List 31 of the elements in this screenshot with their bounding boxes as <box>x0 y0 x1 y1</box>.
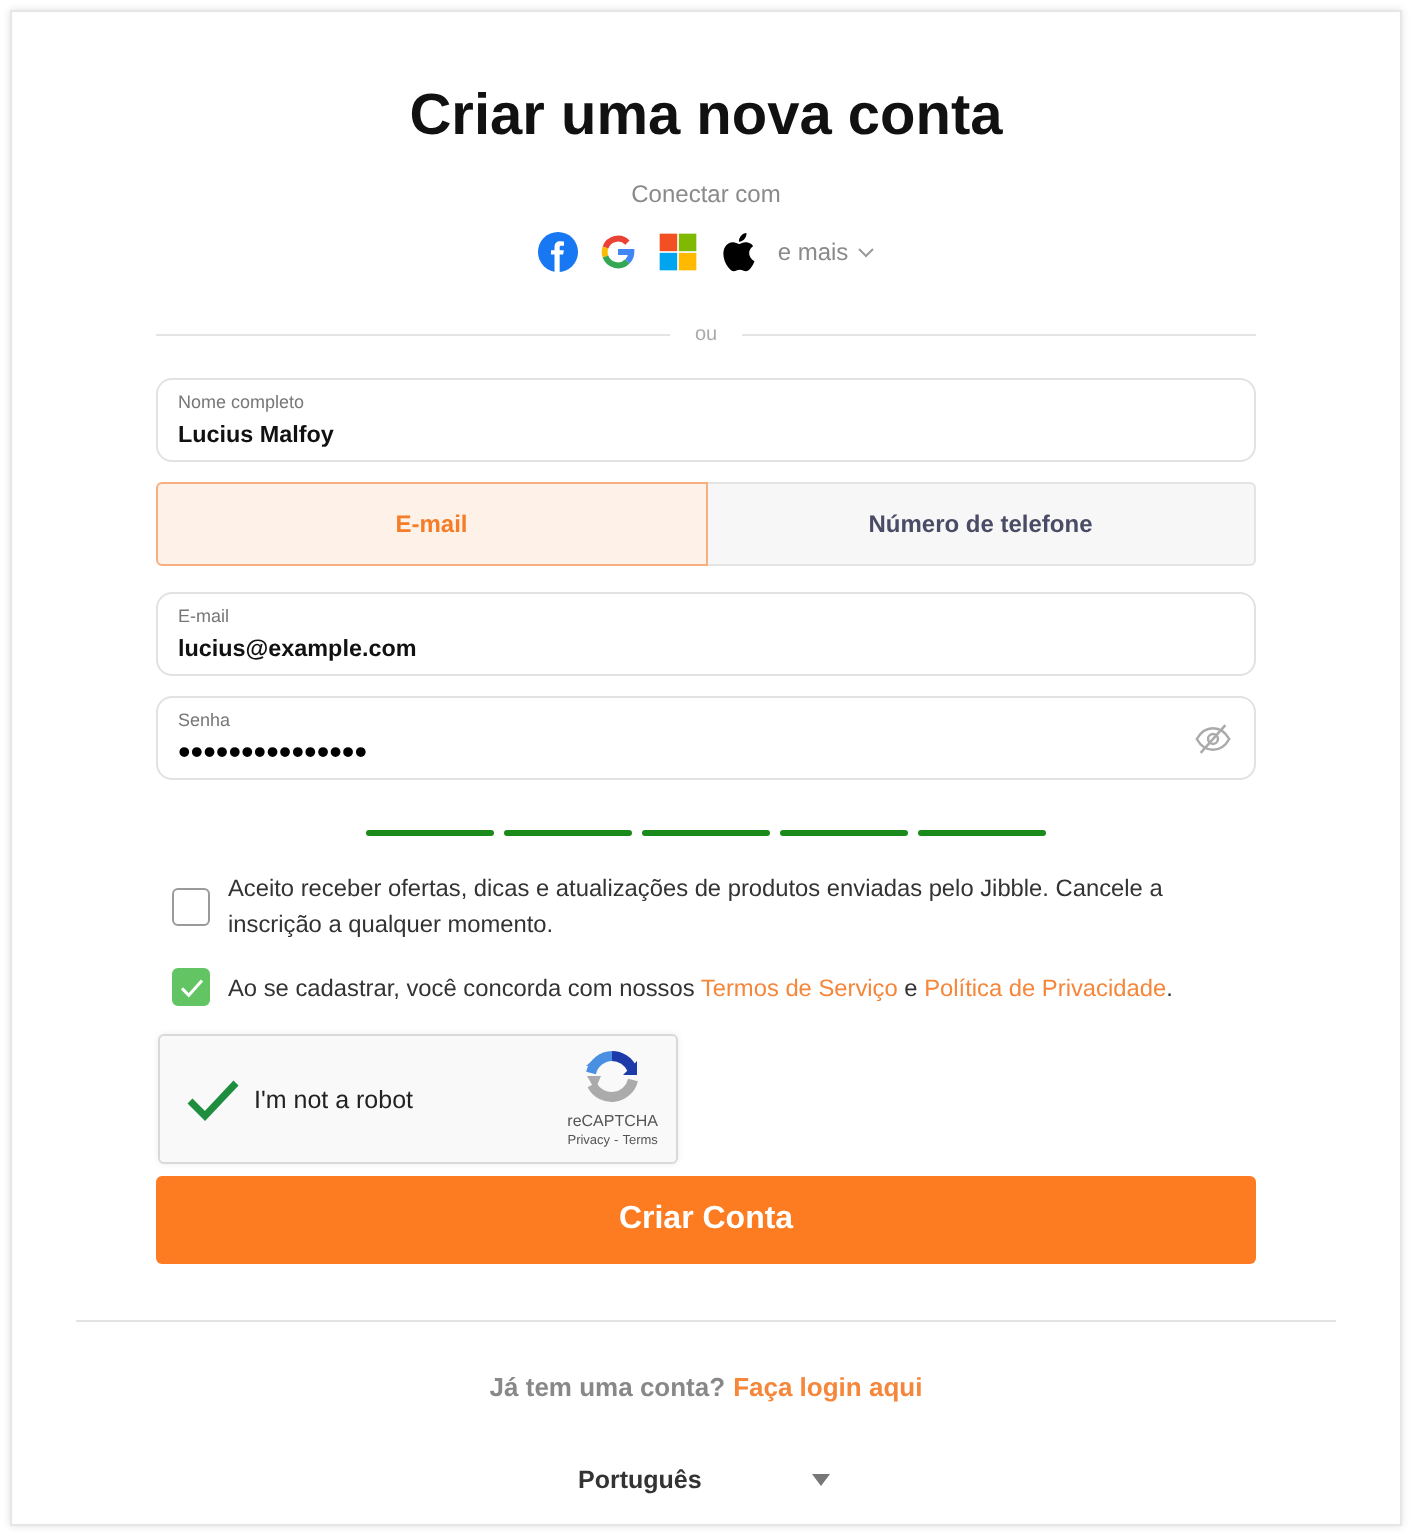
language-select[interactable]: Português <box>578 1466 830 1494</box>
field-label: Senha <box>178 710 231 732</box>
google-icon[interactable] <box>597 232 638 272</box>
consent-text: Ao se cadastrar, você concorda com nossos Termos de Serviço e Política de Privacidade. <box>228 971 1173 1005</box>
consent-text: Aceito receber ofertas, dicas e atualizações de produtos enviadas pelo Jibble. Cancele a inscrição a qualquer momento. <box>228 872 1165 942</box>
check-icon <box>179 977 203 997</box>
eye-off-icon[interactable] <box>1194 722 1232 756</box>
chevron-down-icon <box>858 247 875 257</box>
captcha-logo-icon <box>582 1050 643 1106</box>
checkbox[interactable] <box>172 968 210 1006</box>
separator-label: ou <box>694 324 718 346</box>
field-label: Nome completo <box>178 392 305 414</box>
login-prompt: Já tem uma conta? <box>489 1372 726 1402</box>
field-value: lucius@example.com <box>178 634 417 666</box>
caret-down-icon <box>812 1474 830 1486</box>
field-label: E-mail <box>178 606 230 628</box>
field-value: ••••••••••••••• <box>178 736 368 770</box>
method-tab[interactable]: Número de telefone <box>707 482 1256 566</box>
checkbox[interactable] <box>172 887 210 925</box>
facebook-icon[interactable] <box>537 232 578 272</box>
page-title: Criar uma nova conta <box>407 82 1005 150</box>
captcha-brand: reCAPTCHA <box>567 1112 658 1130</box>
name-field[interactable]: Nome completo Lucius Malfoy <box>156 378 1256 462</box>
check-icon[interactable] <box>186 1077 240 1121</box>
field-value: Lucius Malfoy <box>178 420 334 452</box>
email-field[interactable]: E-mail lucius@example.com <box>156 592 1256 676</box>
connect-label: Conectar com <box>629 180 783 208</box>
apple-icon[interactable] <box>721 232 756 272</box>
captcha-label: I'm not a robot <box>254 1085 416 1113</box>
microsoft-icon[interactable] <box>657 232 698 272</box>
password-field[interactable]: Senha ••••••••••••••• <box>156 696 1256 780</box>
